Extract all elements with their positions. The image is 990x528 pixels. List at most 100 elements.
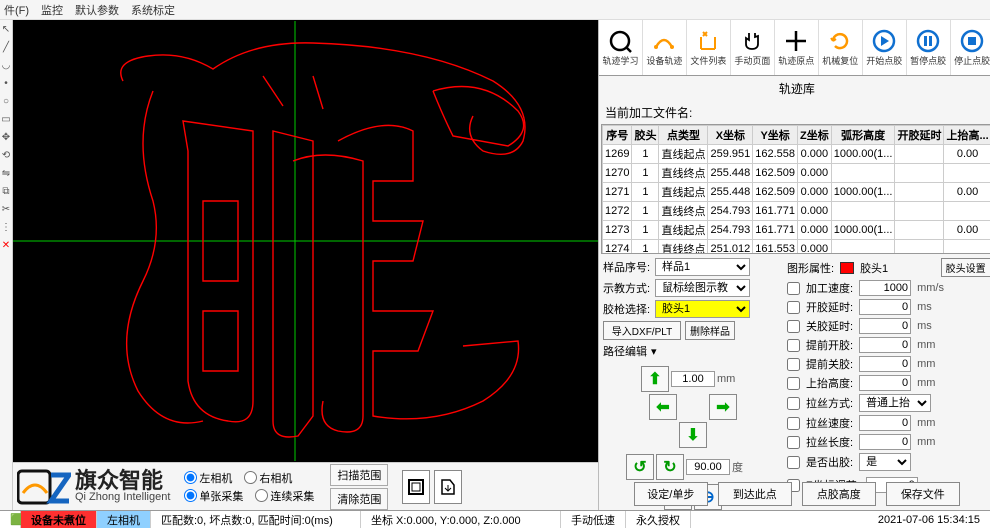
tool-arrow-icon[interactable]: ↖ <box>1 21 11 37</box>
tool-arc-icon[interactable]: ◡ <box>1 57 11 73</box>
sample-seq-select[interactable]: 样品1 <box>655 258 750 276</box>
traj-table[interactable]: 序号胶头点类型X坐标Y坐标Z坐标弧形高度开胶延时上抬高...12691直线起点2… <box>601 124 990 254</box>
tb-manual-page[interactable]: 手动页面 <box>731 20 775 75</box>
pull-len-check[interactable] <box>787 436 800 449</box>
head-settings-button[interactable]: 胶头设置 <box>941 258 990 277</box>
menu-default-params[interactable]: 默认参数 <box>75 2 119 18</box>
tool-split-icon[interactable]: ✂ <box>1 201 11 217</box>
jog-step-input[interactable] <box>671 371 715 387</box>
fit-view-icon[interactable] <box>402 470 430 504</box>
tb-file-list[interactable]: 文件列表 <box>687 20 731 75</box>
tool-rect-icon[interactable]: ▭ <box>1 111 11 127</box>
tb-mech-reset[interactable]: 机械复位 <box>819 20 863 75</box>
delete-sample-button[interactable]: 删除样品 <box>685 321 735 340</box>
pre-open-check[interactable] <box>787 339 800 352</box>
close-delay-check[interactable] <box>787 320 800 333</box>
pull-len-input[interactable] <box>859 434 911 450</box>
table-header: 开胶延时 <box>895 126 944 145</box>
table-row[interactable]: 12731直线起点254.793161.7710.0001000.00(1...… <box>603 221 990 240</box>
pull-mode-check[interactable] <box>787 397 800 410</box>
rot-angle-input[interactable] <box>686 459 730 475</box>
pull-mode-label: 拉丝方式: <box>806 395 853 411</box>
is-glue-check[interactable] <box>787 456 800 469</box>
sample-seq-label: 样品序号: <box>603 259 651 275</box>
open-delay-label: 开胶延时: <box>806 299 853 315</box>
tool-del-icon[interactable]: ✕ <box>1 237 11 253</box>
pull-mode-select[interactable]: 普通上抬 <box>859 394 931 412</box>
bottom-controls: 旗众智能 Qi Zhong Intelligent 左相机 右相机 单张采集 连… <box>13 462 598 510</box>
status-bar: 🟩 设备未煮位 左相机 匹配数:0, 坏点数:0, 匹配时间:0(ms) 坐标 … <box>0 510 990 528</box>
menu-bar: 件(F) 监控 默认参数 系统标定 <box>0 0 990 20</box>
work-speed-label: 加工速度: <box>806 280 853 296</box>
figure-attr-label: 图形属性: <box>787 260 834 276</box>
glue-sel-select[interactable]: 胶头1 <box>655 300 750 318</box>
tb-stop[interactable]: 停止点胶 <box>951 20 990 75</box>
top-toolbar: 轨迹学习 设备轨迹 文件列表 手动页面 轨迹原点 机械复位 开始点胶 暂停点胶 … <box>599 20 990 76</box>
tool-copy-icon[interactable]: ⧉ <box>1 183 11 199</box>
chevron-down-icon[interactable]: ▾ <box>651 345 657 358</box>
menu-sys-calib[interactable]: 系统标定 <box>131 2 175 18</box>
unit-ms2: ms <box>917 320 945 332</box>
import-dxf-button[interactable]: 导入DXF/PLT <box>603 321 681 340</box>
dot-height-button[interactable]: 点胶高度 <box>802 482 876 506</box>
clear-range-button[interactable]: 清除范围 <box>330 488 388 510</box>
lift-h-check[interactable] <box>787 377 800 390</box>
work-speed-check[interactable] <box>787 282 800 295</box>
table-row[interactable]: 12721直线终点254.793161.7710.000 <box>603 202 990 221</box>
jog-up-button[interactable]: ⬆ <box>641 366 669 392</box>
radio-right-cam[interactable]: 右相机 <box>244 470 292 486</box>
menu-file[interactable]: 件(F) <box>4 2 29 18</box>
jog-step-unit: mm <box>717 373 745 385</box>
tool-flap-icon[interactable]: ⇋ <box>1 165 11 181</box>
table-row[interactable]: 12691直线起点259.951162.5580.0001000.00(1...… <box>603 145 990 164</box>
open-delay-check[interactable] <box>787 301 800 314</box>
set-step-button[interactable]: 设定/单步 <box>634 482 708 506</box>
teach-mode-select[interactable]: 鼠标绘图示教 <box>655 279 750 297</box>
pull-speed-input[interactable] <box>859 415 911 431</box>
table-row[interactable]: 12701直线终点255.448162.5090.000 <box>603 164 990 183</box>
lift-h-label: 上抬高度: <box>806 375 853 391</box>
tb-pause[interactable]: 暂停点胶 <box>907 20 951 75</box>
reach-point-button[interactable]: 到达此点 <box>718 482 792 506</box>
status-coord: 坐标 X:0.000, Y:0.000, Z:0.000 <box>361 511 561 528</box>
is-glue-select[interactable]: 是 <box>859 453 911 471</box>
jog-left-button[interactable]: ⬅ <box>649 394 677 420</box>
table-row[interactable]: 12711直线起点255.448162.5090.0001000.00(1...… <box>603 183 990 202</box>
rotate-ccw-button[interactable]: ↺ <box>626 454 654 480</box>
pull-speed-label: 拉丝速度: <box>806 415 853 431</box>
open-delay-input[interactable] <box>859 299 911 315</box>
radio-cont-cap[interactable]: 连续采集 <box>255 488 314 504</box>
tb-start[interactable]: 开始点胶 <box>863 20 907 75</box>
tool-move-icon[interactable]: ✥ <box>1 129 11 145</box>
menu-monitor[interactable]: 监控 <box>41 2 63 18</box>
work-speed-input[interactable] <box>859 280 911 296</box>
radio-single-cap[interactable]: 单张采集 <box>184 488 243 504</box>
status-time: 2021-07-06 15:34:15 <box>868 511 990 528</box>
pre-close-check[interactable] <box>787 358 800 371</box>
jog-right-button[interactable]: ➡ <box>709 394 737 420</box>
tool-misc-icon[interactable]: ⋮ <box>1 219 11 235</box>
pre-open-input[interactable] <box>859 337 911 353</box>
save-file-button[interactable]: 保存文件 <box>886 482 960 506</box>
table-row[interactable]: 12741直线终点251.012161.5530.000 <box>603 240 990 255</box>
jog-down-button[interactable]: ⬇ <box>679 422 707 448</box>
radio-left-cam[interactable]: 左相机 <box>184 470 232 486</box>
figure-attr-val: 胶头1 <box>860 260 888 276</box>
rotate-cw-button[interactable]: ↻ <box>656 454 684 480</box>
pull-speed-check[interactable] <box>787 417 800 430</box>
export-icon[interactable] <box>434 470 462 504</box>
close-delay-input[interactable] <box>859 318 911 334</box>
lift-h-input[interactable] <box>859 375 911 391</box>
tool-dot-icon[interactable]: • <box>1 75 11 91</box>
pre-close-input[interactable] <box>859 356 911 372</box>
tool-circle-icon[interactable]: ○ <box>1 93 11 109</box>
unit-mm3: mm <box>917 377 945 389</box>
tb-traj-origin[interactable]: 轨迹原点 <box>775 20 819 75</box>
tb-device-traj[interactable]: 设备轨迹 <box>643 20 687 75</box>
tb-traj-learn[interactable]: 轨迹学习 <box>599 20 643 75</box>
tool-line-icon[interactable]: ╱ <box>1 39 11 55</box>
tool-rotate-icon[interactable]: ⟲ <box>1 147 11 163</box>
scan-range-button[interactable]: 扫描范围 <box>330 464 388 486</box>
drawing-canvas[interactable] <box>13 20 598 462</box>
figure-color-swatch <box>840 262 854 274</box>
